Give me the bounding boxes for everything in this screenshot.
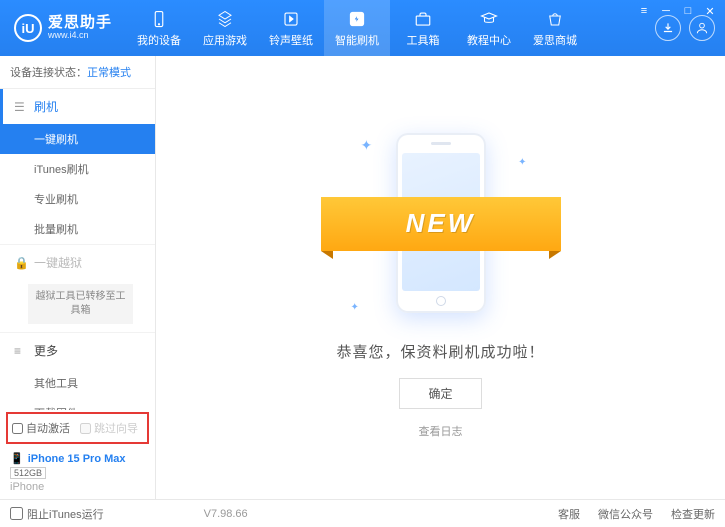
app-header: ≡ ─ □ ✕ iU 爱思助手 www.i4.cn 我的设备 应用游戏 铃声壁纸… xyxy=(0,0,725,56)
success-illustration: ✦ ✦ ✦ NEW xyxy=(351,127,531,327)
toolbox-icon xyxy=(413,9,433,29)
auto-activate-option[interactable]: 自动激活 xyxy=(12,420,70,436)
block-itunes-checkbox[interactable] xyxy=(10,507,23,520)
nav-label: 智能刷机 xyxy=(335,32,379,48)
sparkle-icon: ✦ xyxy=(351,302,359,313)
lock-icon: 🔒 xyxy=(14,256,28,270)
connection-status: 设备连接状态：正常模式 xyxy=(0,56,155,89)
new-badge: NEW xyxy=(321,197,561,251)
device-name[interactable]: 📱 iPhone 15 Pro Max xyxy=(10,452,145,465)
nav-tutorial[interactable]: 教程中心 xyxy=(456,0,522,56)
block-itunes-option[interactable]: 阻止iTunes运行 xyxy=(10,506,104,522)
sidebar: 设备连接状态：正常模式 ☰ 刷机 一键刷机 iTunes刷机 专业刷机 批量刷机… xyxy=(0,56,156,499)
header-actions xyxy=(655,15,725,41)
menu-one-key-flash[interactable]: 一键刷机 xyxy=(0,124,155,154)
app-url: www.i4.cn xyxy=(48,31,112,41)
section-label: 刷机 xyxy=(34,98,58,115)
logo: iU 爱思助手 www.i4.cn xyxy=(0,14,126,42)
nav-label: 工具箱 xyxy=(407,32,440,48)
nav-label: 铃声壁纸 xyxy=(269,32,313,48)
flash-icon xyxy=(347,9,367,29)
confirm-button[interactable]: 确定 xyxy=(399,378,481,409)
sparkle-icon: ✦ xyxy=(518,157,526,168)
app-footer: 阻止iTunes运行 V7.98.66 客服 微信公众号 检查更新 xyxy=(0,499,725,527)
menu-pro-flash[interactable]: 专业刷机 xyxy=(0,184,155,214)
logo-icon: iU xyxy=(14,14,42,42)
menu-icon[interactable]: ≡ xyxy=(637,4,651,18)
nav-label: 应用游戏 xyxy=(203,32,247,48)
minimize-icon[interactable]: ─ xyxy=(659,4,673,18)
menu-other-tools[interactable]: 其他工具 xyxy=(0,368,155,398)
close-icon[interactable]: ✕ xyxy=(703,4,717,18)
device-icon xyxy=(149,9,169,29)
status-value: 正常模式 xyxy=(87,67,131,79)
nav-label: 教程中心 xyxy=(467,32,511,48)
ringtone-icon xyxy=(281,9,301,29)
check-update-link[interactable]: 检查更新 xyxy=(671,506,715,522)
version-label: V7.98.66 xyxy=(204,508,248,520)
menu-batch-flash[interactable]: 批量刷机 xyxy=(0,214,155,244)
section-label: 一键越狱 xyxy=(34,254,82,271)
skip-guide-checkbox[interactable] xyxy=(80,423,91,434)
app-title: 爱思助手 xyxy=(48,15,112,32)
nav-shop[interactable]: 爱思商城 xyxy=(522,0,588,56)
nav-label: 我的设备 xyxy=(137,32,181,48)
shop-icon xyxy=(545,9,565,29)
wechat-link[interactable]: 微信公众号 xyxy=(598,506,653,522)
phone-icon: 📱 xyxy=(10,452,24,465)
sparkle-icon: ✦ xyxy=(361,137,373,154)
menu-itunes-flash[interactable]: iTunes刷机 xyxy=(0,154,155,184)
tutorial-icon xyxy=(479,9,499,29)
view-log-link[interactable]: 查看日志 xyxy=(419,423,463,439)
nav-apps[interactable]: 应用游戏 xyxy=(192,0,258,56)
nav-toolbox[interactable]: 工具箱 xyxy=(390,0,456,56)
support-link[interactable]: 客服 xyxy=(558,506,580,522)
nav-my-device[interactable]: 我的设备 xyxy=(126,0,192,56)
menu-jailbreak-section[interactable]: 🔒 一键越狱 xyxy=(0,245,155,280)
menu-flash-section[interactable]: ☰ 刷机 xyxy=(0,89,155,124)
sidebar-menu: ☰ 刷机 一键刷机 iTunes刷机 专业刷机 批量刷机 🔒 一键越狱 越狱工具… xyxy=(0,89,155,410)
status-label: 设备连接状态： xyxy=(10,67,87,79)
nav-label: 爱思商城 xyxy=(533,32,577,48)
auto-activate-checkbox[interactable] xyxy=(12,423,23,434)
section-label: 更多 xyxy=(34,342,58,359)
main-content: ✦ ✦ ✦ NEW 恭喜您，保资料刷机成功啦！ 确定 查看日志 xyxy=(156,56,725,499)
menu-more-section[interactable]: ≡ 更多 xyxy=(0,333,155,368)
skip-guide-option[interactable]: 跳过向导 xyxy=(80,420,138,436)
maximize-icon[interactable]: □ xyxy=(681,4,695,18)
user-button[interactable] xyxy=(689,15,715,41)
list-icon: ☰ xyxy=(14,100,28,114)
top-nav: 我的设备 应用游戏 铃声壁纸 智能刷机 工具箱 教程中心 爱思商城 xyxy=(126,0,655,56)
nav-ringtone[interactable]: 铃声壁纸 xyxy=(258,0,324,56)
footer-links: 客服 微信公众号 检查更新 xyxy=(558,506,715,522)
download-button[interactable] xyxy=(655,15,681,41)
device-storage: 512GB xyxy=(10,467,46,479)
success-message: 恭喜您，保资料刷机成功啦！ xyxy=(336,341,544,362)
activation-options: 自动激活 跳过向导 xyxy=(6,412,149,444)
window-controls: ≡ ─ □ ✕ xyxy=(637,4,717,18)
device-type: iPhone xyxy=(10,481,145,493)
block-itunes-label: 阻止iTunes运行 xyxy=(27,506,104,522)
jailbreak-moved-notice: 越狱工具已转移至工具箱 xyxy=(28,284,133,324)
menu-download-firmware[interactable]: 下载固件 xyxy=(0,398,155,410)
device-info: 📱 iPhone 15 Pro Max 512GB iPhone xyxy=(0,446,155,499)
nav-smart-flash[interactable]: 智能刷机 xyxy=(324,0,390,56)
apps-icon xyxy=(215,9,235,29)
more-icon: ≡ xyxy=(14,344,28,358)
